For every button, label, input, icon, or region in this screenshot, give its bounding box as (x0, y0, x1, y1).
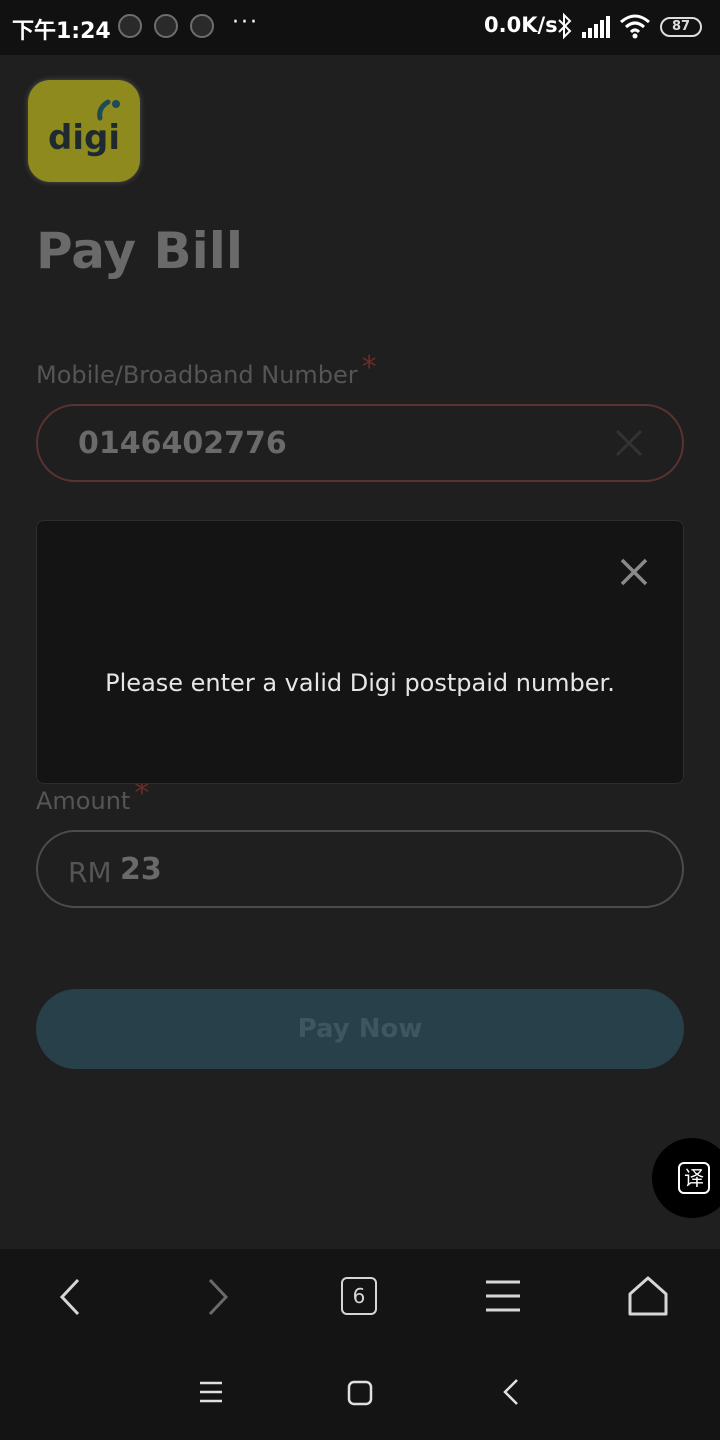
amount-value: 23 (120, 852, 162, 887)
system-back-icon[interactable] (502, 1378, 520, 1406)
wifi-icon (620, 14, 650, 39)
translate-button[interactable]: 译 (652, 1138, 720, 1218)
logo-mark-icon (97, 99, 120, 121)
recent-apps-icon[interactable] (199, 1381, 223, 1403)
amount-label: Amount * (36, 776, 149, 817)
battery-level: 87 (671, 19, 691, 34)
error-message: Please enter a valid Digi postpaid numbe… (105, 669, 615, 697)
required-marker: * (361, 350, 377, 385)
system-home-icon[interactable] (347, 1380, 373, 1406)
forward-icon[interactable] (206, 1277, 230, 1317)
tiktok-icon (154, 14, 178, 38)
menu-icon[interactable] (484, 1279, 522, 1313)
signal-icon (582, 16, 610, 38)
tabs-button[interactable]: 6 (341, 1277, 377, 1315)
home-icon[interactable] (626, 1274, 670, 1318)
bluetooth-icon (558, 12, 572, 40)
amount-input[interactable]: RM 23 (36, 830, 684, 908)
more-notifications-icon: ··· (232, 10, 259, 35)
amount-label-text: Amount (36, 787, 131, 815)
currency-label: RM (68, 856, 112, 889)
mobile-app-icon (118, 14, 142, 38)
browser-app-icon (190, 14, 214, 38)
digi-logo[interactable]: digi (28, 80, 140, 182)
status-bar: 下午1:24 ··· 0.0K/s 87 (0, 0, 720, 55)
page-title: Pay Bill (36, 222, 244, 280)
status-time: 下午1:24 (12, 19, 111, 44)
number-label-text: Mobile/Broadband Number (36, 361, 358, 389)
close-icon[interactable] (619, 557, 649, 587)
pay-now-button[interactable]: Pay Now (36, 989, 684, 1069)
error-dialog: Please enter a valid Digi postpaid numbe… (36, 520, 684, 784)
battery-icon: 87 (660, 17, 702, 37)
number-label: Mobile/Broadband Number * (36, 350, 377, 391)
back-icon[interactable] (58, 1277, 82, 1317)
number-value: 0146402776 (78, 426, 287, 461)
clear-icon[interactable] (612, 426, 646, 460)
translate-icon: 译 (678, 1162, 710, 1194)
network-speed: 0.0K/s (484, 13, 558, 37)
number-input[interactable]: 0146402776 (36, 404, 684, 482)
